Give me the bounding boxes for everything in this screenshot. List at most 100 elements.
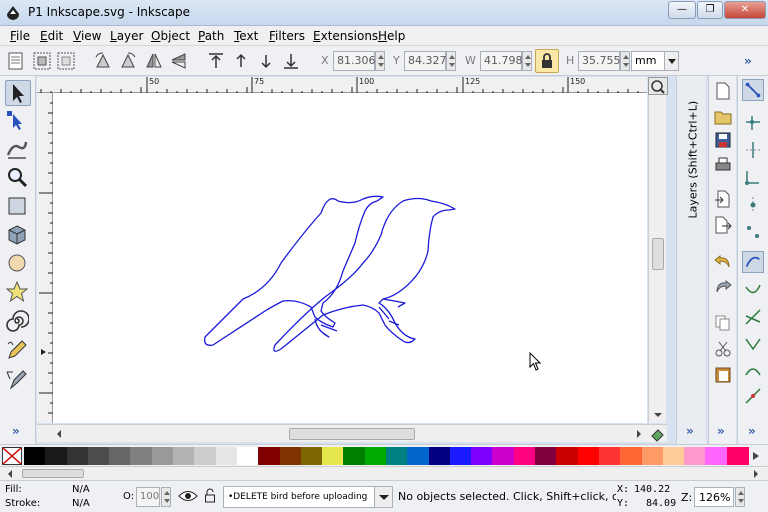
raise-to-top-icon[interactable] xyxy=(206,51,226,71)
color-swatch[interactable] xyxy=(620,447,643,465)
close-button[interactable]: ✕ xyxy=(724,1,766,19)
new-document-icon[interactable] xyxy=(714,82,732,100)
star-tool[interactable] xyxy=(5,280,31,306)
rectangle-tool[interactable] xyxy=(5,194,31,220)
vertical-scroll-thumb[interactable] xyxy=(652,238,664,270)
color-swatch[interactable] xyxy=(258,447,281,465)
spiral-tool[interactable] xyxy=(5,309,31,335)
lower-to-bottom-icon[interactable] xyxy=(281,51,301,71)
color-swatch[interactable] xyxy=(513,447,536,465)
height-spinner[interactable] xyxy=(620,51,630,71)
color-swatch[interactable] xyxy=(641,447,664,465)
layer-lock-icon[interactable] xyxy=(204,488,216,504)
palette-scroll-right-icon[interactable] xyxy=(752,469,760,479)
color-swatch[interactable] xyxy=(492,447,515,465)
menu-view[interactable]: View xyxy=(73,29,101,43)
select-all-in-all-layers-icon[interactable] xyxy=(32,51,52,71)
palette-scroll-left-icon[interactable] xyxy=(6,469,14,479)
color-swatch[interactable] xyxy=(300,447,323,465)
color-swatch[interactable] xyxy=(279,447,302,465)
snap-bbox-midpoints-icon[interactable] xyxy=(742,194,764,216)
palette-scrollbar[interactable] xyxy=(0,466,768,480)
opacity-field[interactable]: 100 xyxy=(136,487,160,507)
vertical-scrollbar[interactable] xyxy=(648,95,666,423)
lock-ratio-button[interactable] xyxy=(535,49,559,73)
toolbar-overflow-button[interactable]: » xyxy=(744,54,752,68)
select-all-icon[interactable] xyxy=(6,51,26,71)
menu-text[interactable]: Text xyxy=(234,29,258,43)
color-swatch[interactable] xyxy=(45,447,68,465)
menu-filters[interactable]: Filters xyxy=(269,29,305,43)
snap-bbox-icon[interactable] xyxy=(742,112,764,134)
deselect-icon[interactable] xyxy=(56,51,76,71)
snap-smooth-nodes-icon[interactable] xyxy=(742,359,764,381)
color-swatch[interactable] xyxy=(598,447,621,465)
color-swatch[interactable] xyxy=(66,447,89,465)
layers-tab-label[interactable]: Layers (Shift+Ctrl+L) xyxy=(677,76,707,226)
color-swatch[interactable] xyxy=(577,447,600,465)
unit-select[interactable]: mm xyxy=(631,51,679,71)
menu-file[interactable]: File xyxy=(10,29,30,43)
scroll-right-icon[interactable] xyxy=(635,429,643,439)
color-swatch[interactable] xyxy=(556,447,579,465)
color-swatch[interactable] xyxy=(407,447,430,465)
export-icon[interactable] xyxy=(714,216,732,234)
snap-midpoints-icon[interactable] xyxy=(742,385,764,407)
zoom-spinner[interactable] xyxy=(735,487,745,507)
color-swatch[interactable] xyxy=(364,447,387,465)
snap-overflow-button[interactable]: » xyxy=(748,424,756,438)
cut-icon[interactable] xyxy=(714,340,732,358)
color-swatch[interactable] xyxy=(215,447,238,465)
import-icon[interactable] xyxy=(714,190,732,208)
zoom-field[interactable]: 126% xyxy=(694,487,734,507)
snap-nodes-icon[interactable] xyxy=(742,251,764,273)
rotate-ccw-icon[interactable] xyxy=(93,51,113,71)
snap-bbox-edges-icon[interactable] xyxy=(742,139,764,161)
color-swatch[interactable] xyxy=(684,447,707,465)
tweak-tool[interactable] xyxy=(5,137,31,163)
opacity-spinner[interactable] xyxy=(161,487,171,507)
flip-horizontal-icon[interactable] xyxy=(144,51,164,71)
redo-icon[interactable] xyxy=(714,277,732,295)
y-spinner[interactable] xyxy=(446,51,456,71)
raise-icon[interactable] xyxy=(231,51,251,71)
color-swatch[interactable] xyxy=(428,447,451,465)
menu-edit[interactable]: Edit xyxy=(40,29,63,43)
scroll-down-icon[interactable] xyxy=(653,411,663,419)
color-swatch[interactable] xyxy=(322,447,345,465)
ellipse-tool[interactable] xyxy=(5,251,31,277)
color-swatch[interactable] xyxy=(726,447,749,465)
color-swatch[interactable] xyxy=(386,447,408,465)
y-field[interactable]: 84.327 xyxy=(404,51,447,71)
color-swatch[interactable] xyxy=(151,447,174,465)
height-field[interactable]: 35.755 xyxy=(578,51,621,71)
toolbox-overflow-button[interactable]: » xyxy=(12,424,20,438)
current-layer-select[interactable]: •DELETE bird before uploading xyxy=(223,486,393,508)
fill-value[interactable]: N/A xyxy=(72,484,90,495)
color-swatch[interactable] xyxy=(705,447,728,465)
palette-menu-icon[interactable] xyxy=(752,451,760,461)
dock-overflow-button[interactable]: » xyxy=(686,424,694,438)
menu-help[interactable]: Help xyxy=(378,29,405,43)
width-spinner[interactable] xyxy=(522,51,532,71)
menu-path[interactable]: Path xyxy=(198,29,224,43)
node-tool[interactable] xyxy=(5,109,31,135)
color-swatch[interactable] xyxy=(662,447,685,465)
menu-object[interactable]: Object xyxy=(151,29,190,43)
color-swatch[interactable] xyxy=(109,447,132,465)
color-swatch[interactable] xyxy=(236,447,259,465)
menu-extensions[interactable]: Extensions xyxy=(313,29,378,43)
color-swatch[interactable] xyxy=(24,447,46,465)
width-field[interactable]: 41.798 xyxy=(480,51,523,71)
snap-toggle-icon[interactable] xyxy=(742,79,764,101)
snap-paths-icon[interactable] xyxy=(742,279,764,301)
copy-icon[interactable] xyxy=(714,314,732,332)
scroll-left-icon[interactable] xyxy=(55,429,63,439)
snap-bbox-corners-icon[interactable] xyxy=(742,166,764,188)
color-swatch[interactable] xyxy=(343,447,366,465)
pen-tool[interactable] xyxy=(5,367,31,393)
pencil-tool[interactable] xyxy=(5,338,31,364)
no-paint-swatch[interactable] xyxy=(2,447,22,465)
palette-scroll-thumb[interactable] xyxy=(22,469,84,478)
eye-icon[interactable] xyxy=(178,489,198,503)
